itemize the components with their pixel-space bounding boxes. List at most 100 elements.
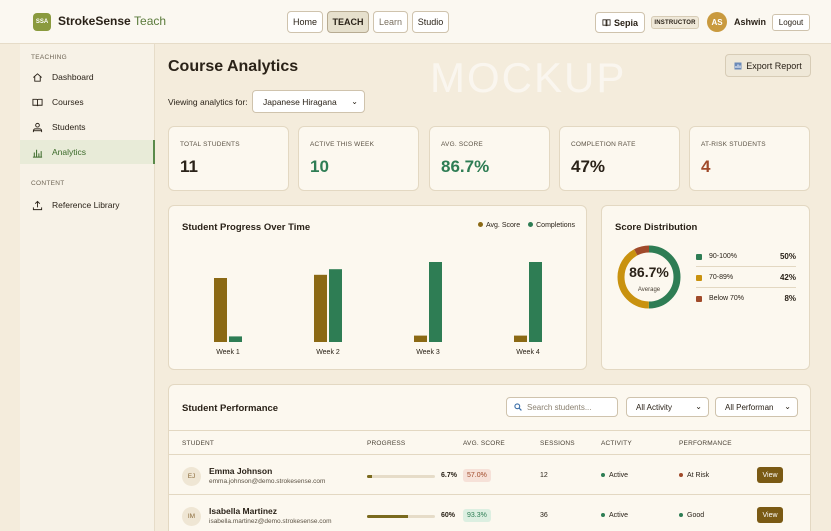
- bar-completions-3: [429, 262, 442, 342]
- x-tick-label: Week 3: [416, 349, 440, 356]
- theme-toggle-button[interactable]: Sepia: [595, 12, 645, 33]
- mockup-watermark: MOCKUP: [430, 54, 627, 101]
- x-tick-label: Week 4: [516, 349, 540, 356]
- student-email: emma.johnson@demo.strokesense.com: [209, 478, 326, 485]
- book-icon: [32, 98, 43, 106]
- activity-filter-select[interactable]: All Activity ⌄: [626, 397, 709, 417]
- divider: [696, 287, 796, 288]
- distribution-pct: 50%: [779, 252, 796, 261]
- stat-label: AT-RISK STUDENTS: [701, 141, 766, 148]
- view-button[interactable]: View: [757, 507, 783, 523]
- page-title: Course Analytics: [168, 58, 299, 75]
- score-badge: 57.0%: [463, 469, 491, 482]
- sidebar-item-label: Dashboard: [52, 72, 94, 82]
- logout-button[interactable]: Logout: [772, 14, 810, 31]
- avatar: EJ: [182, 467, 201, 486]
- stat-label: COMPLETION RATE: [571, 141, 636, 148]
- chart-legend: Avg. Score Completions: [478, 222, 575, 229]
- legend-item-completions: Completions: [528, 222, 575, 229]
- progress-bar: [367, 515, 435, 518]
- activity-status: Active: [601, 472, 628, 479]
- x-tick-label: Week 2: [316, 349, 340, 356]
- stat-value: 10: [310, 157, 329, 176]
- student-name: Emma Johnson: [209, 466, 273, 476]
- search-placeholder: Search students...: [527, 402, 592, 412]
- legend-swatch: [696, 253, 702, 260]
- donut-center-label: Average: [637, 287, 661, 293]
- column-header-progress: PROGRESS: [367, 440, 406, 447]
- avatar[interactable]: AS: [707, 12, 727, 32]
- donut-center-value: 86.7%: [629, 264, 669, 280]
- app-logo[interactable]: StrokeSense Teach: [58, 14, 166, 28]
- bar-completions-1: [229, 336, 242, 342]
- distribution-pct: 8%: [784, 294, 796, 303]
- sidebar-item-label: Students: [52, 122, 86, 132]
- column-header-activity: ACTIVITY: [601, 440, 632, 447]
- sessions-count: 12: [540, 472, 548, 479]
- sidebar-item-analytics[interactable]: Analytics: [20, 140, 155, 164]
- nav-studio[interactable]: Studio: [412, 11, 449, 33]
- performance-status: Good: [679, 512, 704, 519]
- stat-card-avg-score: AVG. SCORE 86.7%: [429, 126, 550, 191]
- nav-home[interactable]: Home: [287, 11, 323, 33]
- upload-icon: [32, 200, 43, 210]
- theme-label: Sepia: [613, 17, 638, 28]
- legend-swatch: [696, 295, 702, 302]
- distribution-row-90-100: 90-100% 50%: [696, 250, 796, 263]
- table-row[interactable]: IM Isabella Martinez isabella.martinez@d…: [169, 496, 810, 531]
- table-row[interactable]: EJ Emma Johnson emma.johnson@demo.stroke…: [169, 456, 810, 495]
- viewing-label: Viewing analytics for:: [168, 97, 248, 107]
- distribution-label: Below 70%: [709, 295, 745, 302]
- distribution-label: 70-89%: [709, 274, 734, 281]
- logo-badge: SSA: [33, 13, 51, 31]
- course-select[interactable]: Japanese Hiragana ⌄: [252, 90, 365, 113]
- export-report-button[interactable]: Export Report: [725, 54, 811, 77]
- bar-completions-4: [529, 262, 542, 342]
- chevron-down-icon: ⌄: [784, 402, 791, 411]
- sidebar-item-label: Courses: [52, 97, 84, 107]
- stat-card-at-risk-students: AT-RISK STUDENTS 4: [689, 126, 810, 191]
- sidebar-item-dashboard[interactable]: Dashboard: [20, 65, 155, 89]
- sidebar-item-courses[interactable]: Courses: [20, 90, 155, 114]
- progress-bar: [367, 475, 435, 478]
- bar-chart-icon: [32, 149, 43, 158]
- x-tick-label: Week 1: [216, 349, 240, 356]
- view-button[interactable]: View: [757, 467, 783, 483]
- sidebar-item-students[interactable]: Students: [20, 115, 155, 139]
- nav-learn[interactable]: Learn: [373, 11, 408, 33]
- stat-label: ACTIVE THIS WEEK: [310, 141, 375, 148]
- users-icon: [32, 122, 43, 132]
- stat-card-completion-rate: COMPLETION RATE 47%: [559, 126, 680, 191]
- bar-avg-score-1: [214, 278, 227, 342]
- report-icon: [734, 62, 742, 69]
- distribution-row-70-89: 70-89% 42%: [696, 271, 796, 284]
- chevron-down-icon: ⌄: [351, 97, 358, 106]
- stat-value: 86.7%: [441, 157, 490, 176]
- export-label: Export Report: [746, 60, 802, 71]
- legend-item-avg-score: Avg. Score: [478, 222, 520, 229]
- stat-card-total-students: TOTAL STUDENTS 11: [168, 126, 289, 191]
- sidebar-item-label: Analytics: [52, 147, 87, 157]
- activity-status: Active: [601, 512, 628, 519]
- book-icon: [602, 19, 611, 27]
- search-input[interactable]: Search students...: [506, 397, 618, 417]
- performance-filter-value: All Performan: [725, 402, 774, 412]
- user-name: Ashwin: [734, 17, 767, 27]
- nav-teach[interactable]: TEACH: [327, 11, 369, 33]
- divider: [696, 266, 796, 267]
- student-name: Isabella Martinez: [209, 506, 278, 516]
- bar-avg-score-2: [314, 274, 327, 342]
- app-name: StrokeSense: [58, 14, 131, 28]
- sidebar-item-reference-library[interactable]: Reference Library: [20, 193, 155, 217]
- stat-label: TOTAL STUDENTS: [180, 141, 240, 148]
- performance-filter-select[interactable]: All Performan ⌄: [715, 397, 798, 417]
- score-distribution-title: Score Distribution: [615, 222, 698, 233]
- distribution-pct: 42%: [779, 273, 796, 282]
- legend-swatch: [696, 274, 702, 281]
- chevron-down-icon: ⌄: [695, 402, 702, 411]
- student-performance-title: Student Performance: [182, 403, 279, 414]
- bar-avg-score-3: [414, 335, 427, 342]
- home-icon: [33, 72, 42, 82]
- activity-filter-value: All Activity: [636, 402, 673, 412]
- progress-bar-fill: [367, 475, 372, 478]
